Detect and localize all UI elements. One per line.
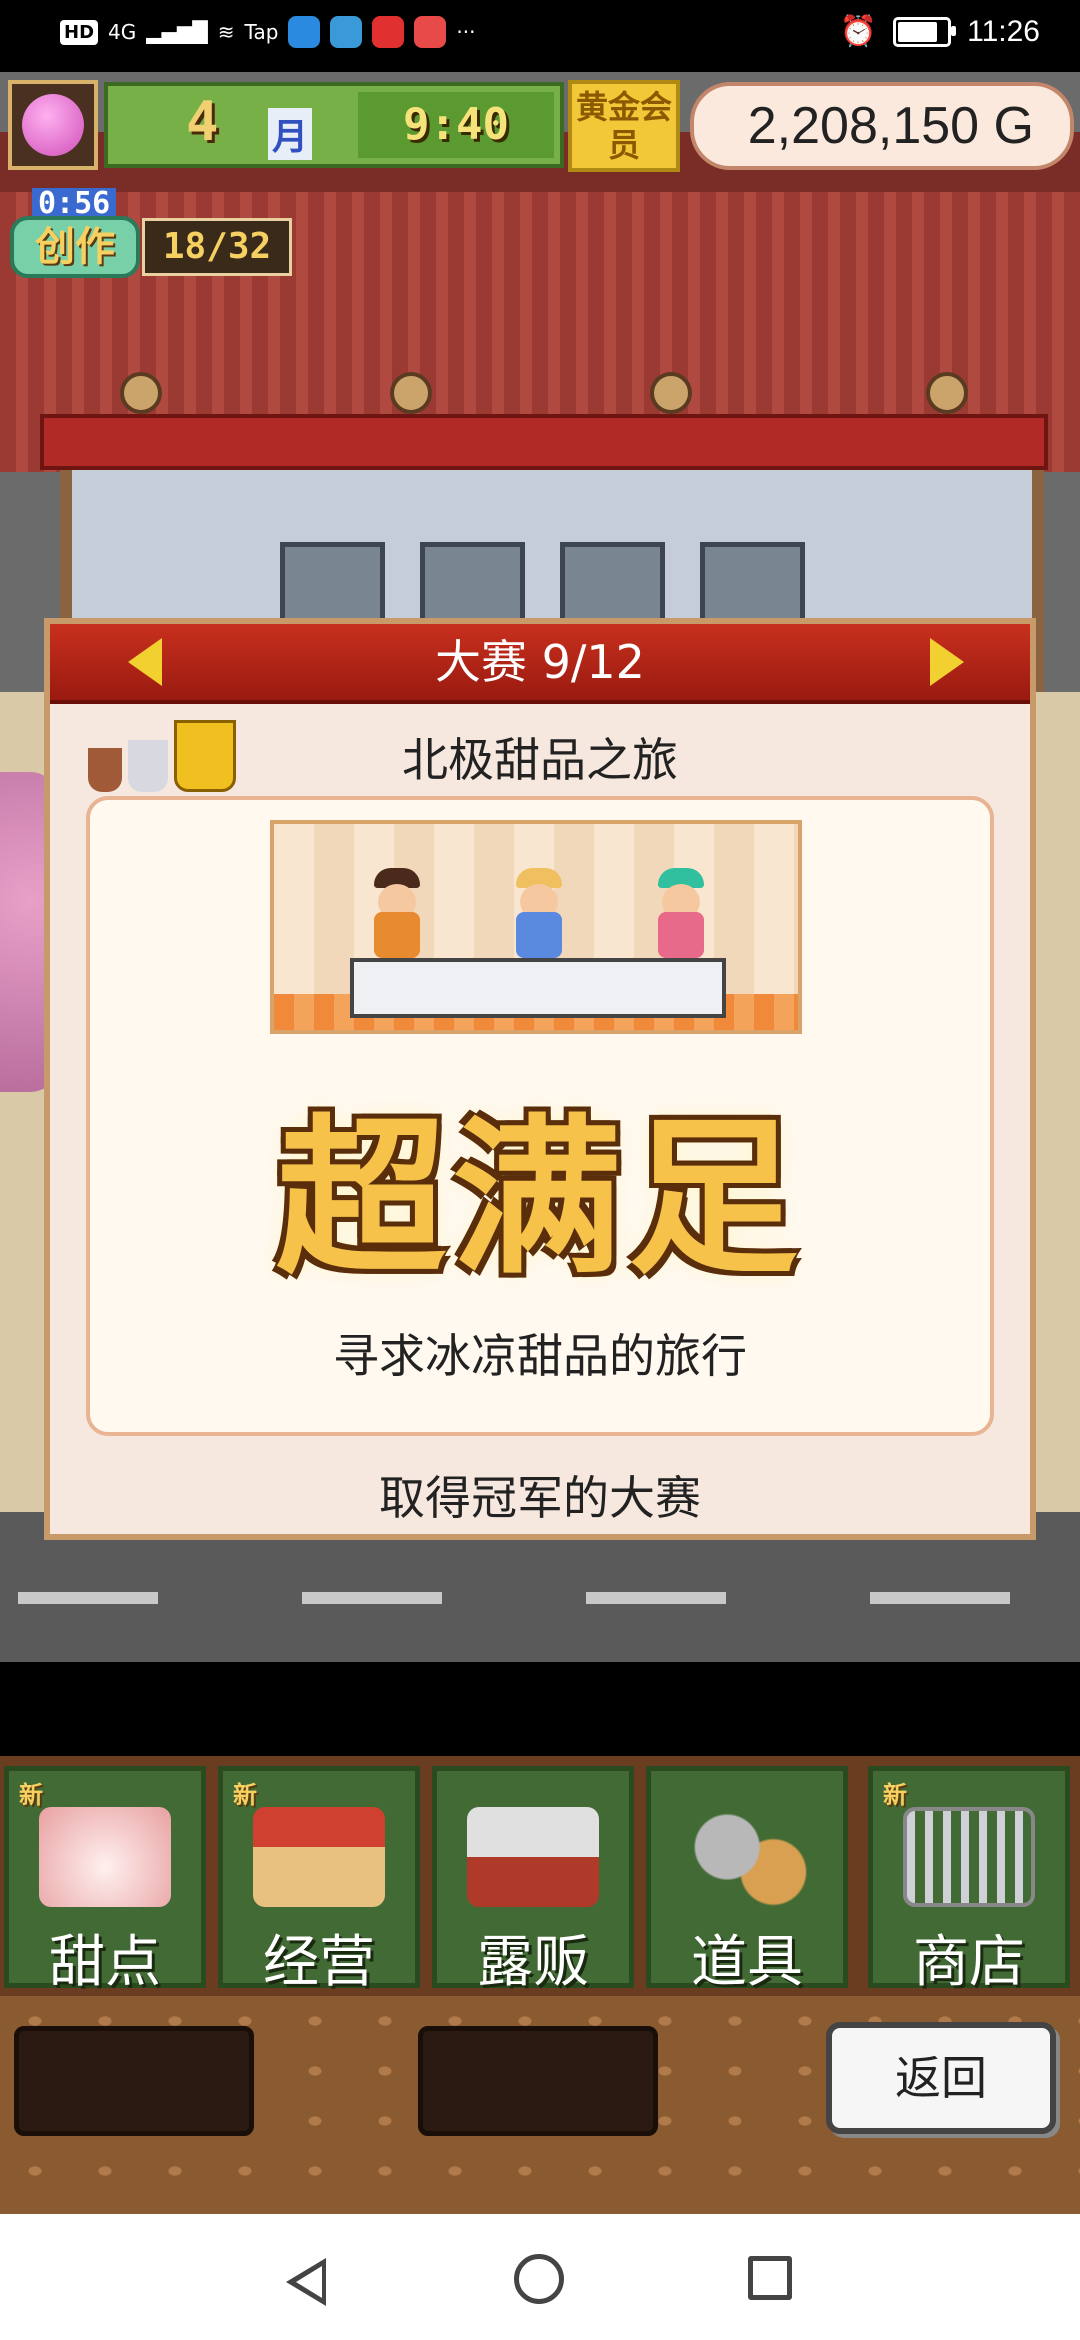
- new-badge: 新: [19, 1781, 43, 1809]
- create-panel[interactable]: 0:56 创作 18/32: [10, 188, 292, 278]
- menu-item-desserts[interactable]: 新 甜点: [4, 1766, 206, 1995]
- menu-item-items[interactable]: 道具: [646, 1766, 848, 1995]
- status-right: ⏰ 11:26: [840, 14, 1040, 49]
- menu-item-label: 经营: [263, 1930, 375, 1995]
- contest-dialog: 大赛 9/12 北极甜品之旅 超满足 寻求冰凉甜品的旅行 取得冠军的大赛: [44, 618, 1036, 1540]
- shop-awning: [40, 414, 1048, 470]
- menu-item-label: 甜点: [49, 1930, 161, 1995]
- shop-avatar[interactable]: [8, 80, 98, 170]
- wifi-icon: ≋: [217, 20, 235, 44]
- menu-item-label: 商店: [913, 1930, 1025, 1995]
- nav-home-icon[interactable]: [514, 2254, 564, 2304]
- menu-item-store[interactable]: 新 商店: [868, 1766, 1070, 1995]
- previous-arrow-icon[interactable]: [128, 638, 162, 686]
- gold-member-badge[interactable]: 黄金会员: [568, 80, 680, 172]
- clock-text: 11:26: [967, 14, 1040, 48]
- menu-item-food-truck[interactable]: 露贩: [432, 1766, 634, 1995]
- dialog-footer: 取得冠军的大赛: [379, 1471, 701, 1525]
- new-badge: 新: [233, 1781, 257, 1809]
- network-hd-label: HD: [60, 19, 99, 45]
- create-count: 18/32: [142, 218, 292, 276]
- shopping-cart-icon: [903, 1807, 1035, 1907]
- date-panel: 4 月 9:40: [104, 82, 564, 168]
- telegram-icon: [330, 16, 363, 48]
- judge-1: [370, 868, 424, 958]
- food-truck-icon: [467, 1807, 599, 1907]
- battery-fill: [898, 21, 938, 42]
- menu-item-management[interactable]: 新 经营: [218, 1766, 420, 1995]
- create-badge: 创作: [10, 216, 140, 278]
- next-arrow-icon[interactable]: [930, 638, 964, 686]
- result-panel: 超满足 寻求冰凉甜品的旅行: [86, 796, 994, 1436]
- nav-back-icon[interactable]: [286, 2258, 326, 2306]
- tap-label: Tap: [244, 20, 279, 44]
- roof-lamp: [926, 372, 968, 414]
- roof-lamp: [650, 372, 692, 414]
- menu-spacer: [0, 1662, 1080, 1716]
- contest-counter: 大赛 9/12: [435, 635, 645, 689]
- lane-marking: [870, 1592, 1010, 1604]
- back-button[interactable]: 返回: [826, 2022, 1056, 2134]
- gold-trophy-icon: [174, 720, 236, 792]
- menu-item-label: 道具: [691, 1930, 803, 1995]
- shop-icon: [253, 1807, 385, 1907]
- system-nav-bar: [0, 2214, 1080, 2340]
- trophy-row: [88, 720, 236, 792]
- status-left: HD 4G ▂▄▆█ ≋ Tap ···: [60, 16, 475, 48]
- lane-marking: [586, 1592, 726, 1604]
- game-clock: 9:40: [358, 92, 554, 158]
- judges-scene: [270, 820, 802, 1034]
- wps-icon: [372, 16, 405, 48]
- cotton-candy-icon: [22, 94, 84, 156]
- battery-icon: [893, 16, 957, 47]
- status-bar: HD 4G ▂▄▆█ ≋ Tap ··· ⏰ 11:26: [0, 0, 1080, 72]
- cake-icon: [39, 1807, 171, 1907]
- contest-subtitle: 寻求冰凉甜品的旅行: [333, 1329, 747, 1383]
- more-notifications-icon: ···: [456, 20, 476, 44]
- app-notification-icon: [288, 16, 321, 48]
- result-rating: 超满足: [275, 1098, 804, 1298]
- judge-2: [512, 868, 566, 958]
- lane-marking: [302, 1592, 442, 1604]
- items-bag-icon: [681, 1807, 813, 1907]
- money-display: 2,208,150 G: [690, 82, 1074, 170]
- menu-item-label: 露贩: [477, 1930, 589, 1995]
- nav-recents-icon[interactable]: [748, 2256, 792, 2300]
- roof-lamp: [120, 372, 162, 414]
- month-label: 月: [268, 108, 313, 160]
- judges-table: [350, 958, 726, 1018]
- huawei-app-icon: [414, 16, 447, 48]
- empty-slot: [418, 2026, 658, 2136]
- empty-slot: [14, 2026, 254, 2136]
- silver-trophy-icon: [128, 740, 168, 792]
- month-number: 4: [186, 90, 219, 153]
- bronze-trophy-icon: [88, 748, 122, 792]
- main-menu: 新 甜点 新 经营 露贩 道具 新 商店: [0, 1756, 1080, 1996]
- new-badge: 新: [883, 1781, 907, 1809]
- judge-3: [654, 868, 708, 958]
- dialog-header: 大赛 9/12: [50, 624, 1030, 704]
- signal-type-label: 4G: [108, 20, 137, 44]
- lane-marking: [18, 1592, 158, 1604]
- roof-lamp: [390, 372, 432, 414]
- signal-icon: ▂▄▆█: [146, 20, 208, 44]
- alarm-icon: ⏰: [839, 15, 878, 48]
